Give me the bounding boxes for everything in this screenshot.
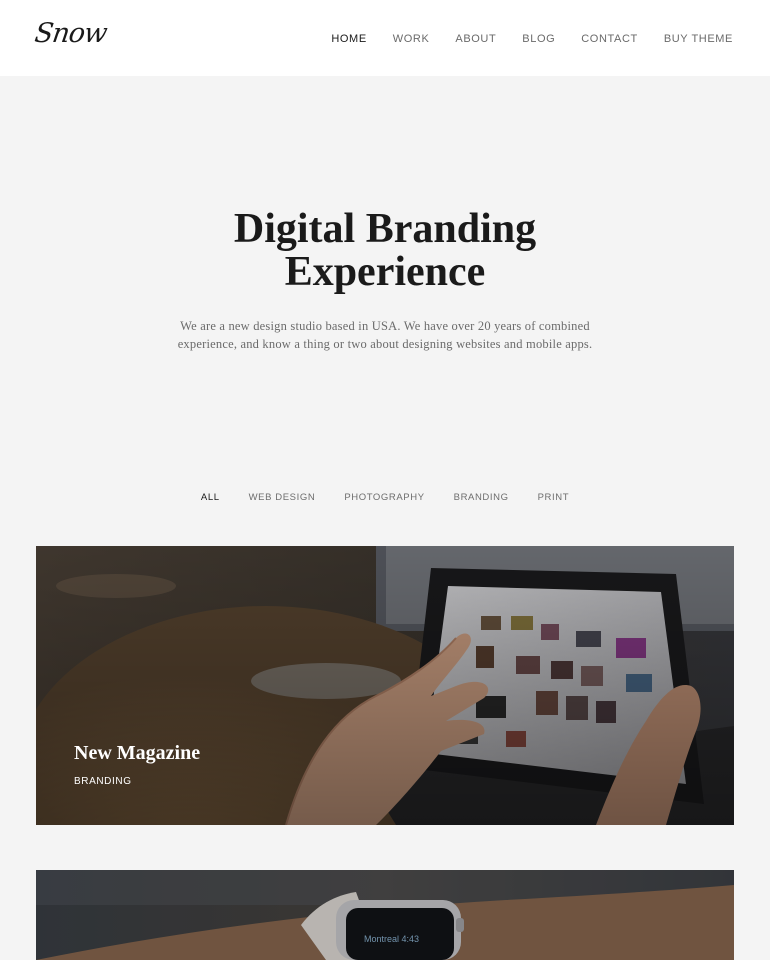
filter-branding[interactable]: BRANDING [454,492,509,503]
logo[interactable]: Snow [33,18,109,49]
portfolio-item-new-magazine[interactable]: New Magazine BRANDING [36,546,734,825]
nav-work[interactable]: WORK [393,33,430,45]
nav-blog[interactable]: BLOG [522,33,555,45]
filter-web-design[interactable]: WEB DESIGN [249,492,316,503]
nav-about[interactable]: ABOUT [455,33,496,45]
nav-contact[interactable]: CONTACT [581,33,638,45]
portfolio-item-title: New Magazine [74,742,201,764]
portfolio-image-tablet [36,546,734,825]
hero-title: Digital Branding Experience [0,208,770,294]
portfolio-filters: ALL WEB DESIGN PHOTOGRAPHY BRANDING PRIN… [0,492,770,503]
hero-subtitle: We are a new design studio based in USA.… [177,319,593,351]
filter-all[interactable]: ALL [201,492,220,503]
main-nav: HOME WORK ABOUT BLOG CONTACT BUY THEME [305,33,733,45]
nav-home[interactable]: HOME [331,33,366,45]
site-header: Snow HOME WORK ABOUT BLOG CONTACT BUY TH… [0,0,770,76]
filter-print[interactable]: PRINT [538,492,570,503]
hero-title-line-2: Experience [284,249,486,295]
nav-buy-theme[interactable]: BUY THEME [664,33,733,45]
portfolio-image-smartwatch: Montreal 4:43 [36,870,734,960]
portfolio-item-category: BRANDING [74,776,132,787]
portfolio-item-smartwatch[interactable]: Montreal 4:43 [36,870,734,960]
filter-photography[interactable]: PHOTOGRAPHY [344,492,424,503]
hero-title-line-1: Digital Branding [233,206,537,252]
